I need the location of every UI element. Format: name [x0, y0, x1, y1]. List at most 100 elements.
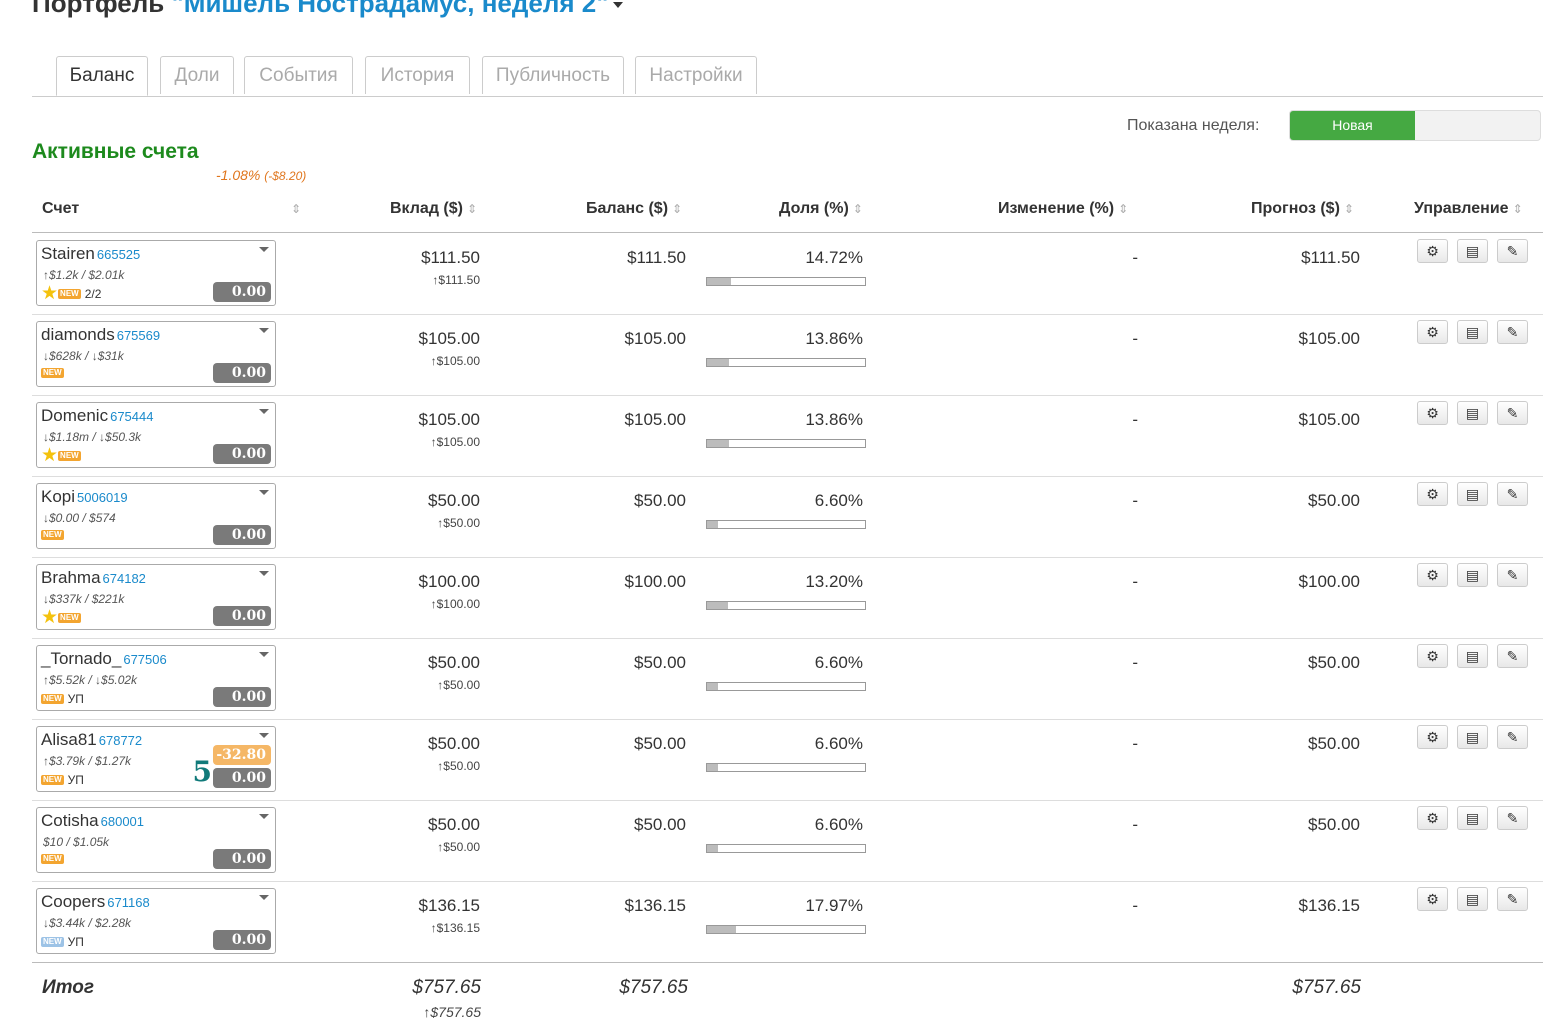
account-id[interactable]: 675444 — [110, 409, 153, 424]
account-name[interactable]: Coopers 671168 — [41, 892, 150, 912]
account-id[interactable]: 680001 — [101, 814, 144, 829]
edit-button[interactable]: ✎ — [1497, 482, 1528, 506]
share-bar-fill — [707, 521, 718, 528]
account-id[interactable]: 674182 — [103, 571, 146, 586]
header-share[interactable]: Доля (%) ⇕ — [779, 200, 863, 218]
pencil-icon: ✎ — [1506, 891, 1519, 907]
settings-button[interactable]: ⚙ — [1417, 725, 1448, 749]
edit-button[interactable]: ✎ — [1497, 239, 1528, 263]
account-name[interactable]: Alisa81 678772 — [41, 730, 142, 750]
header-change[interactable]: Изменение (%) ⇕ — [998, 200, 1128, 218]
edit-button[interactable]: ✎ — [1497, 320, 1528, 344]
account-card[interactable]: _Tornado_ 677506 ↑$5.52k / ↓$5.02k NEW УП 0.0… — [36, 645, 276, 711]
edit-button[interactable]: ✎ — [1497, 644, 1528, 668]
account-card[interactable]: Alisa81 678772 ↑$3.79k / $1.27k NEW УП -32.80… — [36, 726, 276, 792]
account-card[interactable]: Stairen 665525 ↑$1.2k / $2.01k ★ NEW 2/2 0.00 — [36, 240, 276, 306]
account-card[interactable]: Cotisha 680001 $10 / $1.05k NEW 0.00 — [36, 807, 276, 873]
chevron-down-icon[interactable] — [259, 652, 269, 657]
chevron-down-icon[interactable] — [259, 733, 269, 738]
settings-button[interactable]: ⚙ — [1417, 563, 1448, 587]
pencil-icon: ✎ — [1506, 243, 1519, 259]
settings-button[interactable]: ⚙ — [1417, 806, 1448, 830]
chevron-down-icon[interactable] — [259, 571, 269, 576]
details-button[interactable]: ▤ — [1457, 401, 1488, 425]
account-card[interactable]: Coopers 671168 ↓$3.44k / $2.28k NEW УП 0.00 — [36, 888, 276, 954]
edit-button[interactable]: ✎ — [1497, 563, 1528, 587]
details-button[interactable]: ▤ — [1457, 482, 1488, 506]
account-name[interactable]: Kopi 5006019 — [41, 487, 128, 507]
header-manage[interactable]: Управление ⇕ — [1414, 200, 1523, 218]
change-value: - — [1132, 410, 1138, 429]
balance-value: $111.50 — [627, 248, 686, 267]
chevron-down-icon[interactable] — [259, 247, 269, 252]
account-id[interactable]: 677506 — [123, 652, 166, 667]
account-name[interactable]: _Tornado_ 677506 — [41, 649, 167, 669]
account-id[interactable]: 671168 — [107, 895, 149, 910]
account-name[interactable]: Stairen 665525 — [41, 244, 140, 264]
score-badge: 0.00 — [213, 849, 271, 869]
chevron-down-icon[interactable] — [259, 328, 269, 333]
week-toggle-value[interactable]: Новая — [1290, 111, 1415, 140]
chevron-down-icon[interactable] — [259, 490, 269, 495]
share-value: 13.86% — [805, 329, 863, 348]
account-id[interactable]: 5006019 — [77, 490, 128, 505]
tab-settings[interactable]: Настройки — [635, 56, 757, 94]
details-button[interactable]: ▤ — [1457, 644, 1488, 668]
account-id[interactable]: 675569 — [117, 328, 160, 343]
account-card[interactable]: Kopi 5006019 ↓$0.00 / $574 NEW 0.00 — [36, 483, 276, 549]
tab-events[interactable]: События — [244, 56, 353, 94]
details-button[interactable]: ▤ — [1457, 725, 1488, 749]
account-name[interactable]: Cotisha 680001 — [41, 811, 144, 831]
header-account[interactable]: Счет — [42, 200, 79, 218]
edit-button[interactable]: ✎ — [1497, 806, 1528, 830]
share-bar-fill — [707, 278, 731, 285]
header-forecast[interactable]: Прогноз ($) ⇕ — [1251, 200, 1354, 218]
deposit-value: $50.00 — [428, 491, 480, 510]
settings-button[interactable]: ⚙ — [1417, 239, 1448, 263]
account-id[interactable]: 678772 — [99, 733, 142, 748]
share-bar — [706, 844, 866, 853]
account-card[interactable]: diamonds 675569 ↓$628k / ↓$31k NEW 0.00 — [36, 321, 276, 387]
settings-button[interactable]: ⚙ — [1417, 482, 1448, 506]
header-account-sort[interactable]: ⇕ — [287, 200, 301, 218]
account-tags: NEW УП — [41, 773, 84, 787]
account-card[interactable]: Domenic 675444 ↓$1.18m / ↓$50.3k ★ NEW 0.00 — [36, 402, 276, 468]
account-name[interactable]: Brahma 674182 — [41, 568, 146, 588]
settings-button[interactable]: ⚙ — [1417, 320, 1448, 344]
details-button[interactable]: ▤ — [1457, 887, 1488, 911]
details-button[interactable]: ▤ — [1457, 806, 1488, 830]
edit-button[interactable]: ✎ — [1497, 725, 1528, 749]
account-card[interactable]: Brahma 674182 ↓$337k / $221k ★ NEW 0.00 — [36, 564, 276, 630]
details-button[interactable]: ▤ — [1457, 563, 1488, 587]
tab-publicity[interactable]: Публичность — [482, 56, 624, 94]
tab-shares[interactable]: Доли — [160, 56, 234, 94]
account-name[interactable]: diamonds 675569 — [41, 325, 160, 345]
chevron-down-icon[interactable] — [259, 814, 269, 819]
header-deposit[interactable]: Вклад ($) ⇕ — [390, 200, 477, 218]
tab-balance[interactable]: Баланс — [56, 56, 148, 96]
table-row: Alisa81 678772 ↑$3.79k / $1.27k NEW УП -32.80… — [32, 719, 1543, 800]
pencil-icon: ✎ — [1506, 810, 1519, 826]
header-balance[interactable]: Баланс ($) ⇕ — [586, 200, 682, 218]
week-toggle[interactable]: Новая — [1289, 110, 1541, 141]
settings-button[interactable]: ⚙ — [1417, 887, 1448, 911]
chevron-down-icon[interactable] — [259, 409, 269, 414]
details-button[interactable]: ▤ — [1457, 320, 1488, 344]
deposit-value: $111.50 — [421, 248, 480, 267]
settings-button[interactable]: ⚙ — [1417, 644, 1448, 668]
account-id[interactable]: 665525 — [97, 247, 140, 262]
gear-icon: ⚙ — [1426, 243, 1439, 259]
settings-button[interactable]: ⚙ — [1417, 401, 1448, 425]
portfolio-name[interactable]: "Мишель Нострадамус, неделя 2" — [171, 0, 608, 18]
details-button[interactable]: ▤ — [1457, 239, 1488, 263]
score-change-badge: -32.80 — [213, 745, 271, 765]
portfolio-dropdown-icon[interactable] — [612, 2, 623, 9]
total-deposit-sub: ↑$757.65 — [423, 1004, 481, 1020]
edit-button[interactable]: ✎ — [1497, 887, 1528, 911]
tab-history[interactable]: История — [365, 56, 470, 94]
edit-button[interactable]: ✎ — [1497, 401, 1528, 425]
star-icon: ★ — [41, 445, 59, 466]
chevron-down-icon[interactable] — [259, 895, 269, 900]
account-name[interactable]: Domenic 675444 — [41, 406, 153, 426]
gear-icon: ⚙ — [1426, 648, 1439, 664]
